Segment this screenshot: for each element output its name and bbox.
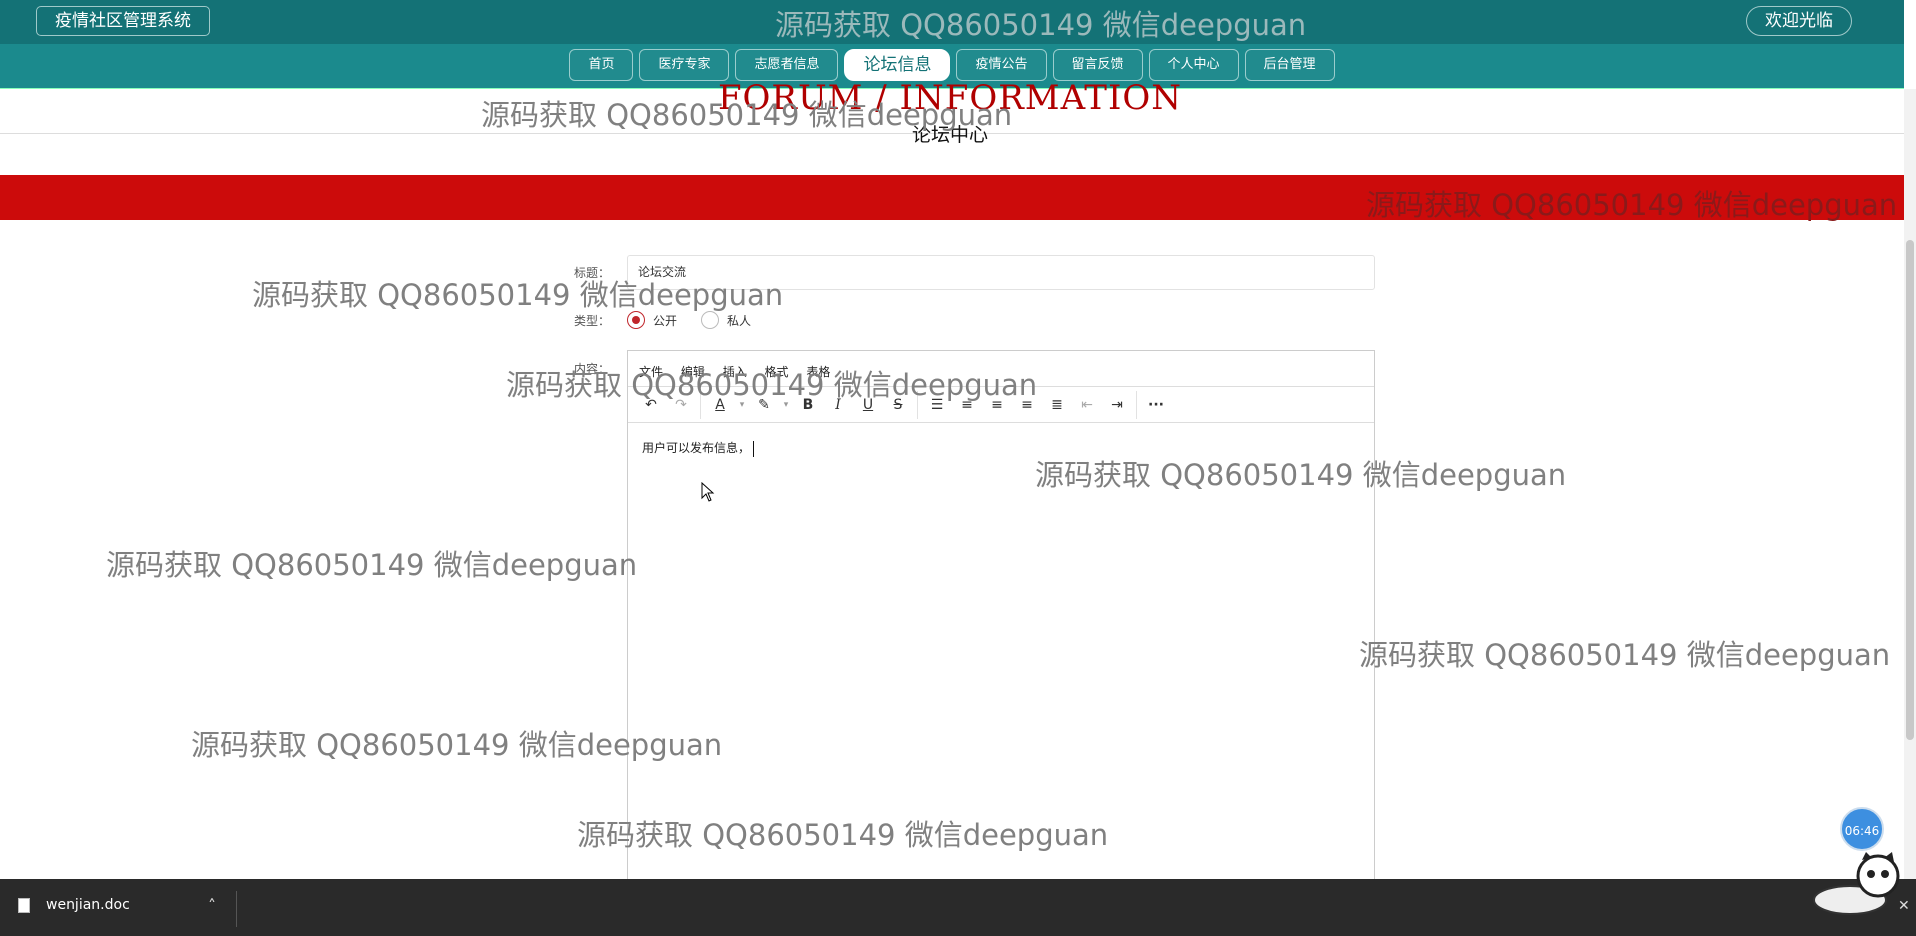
watermark-text: 源码获取 QQ86050149 微信deepguan [506, 368, 1038, 402]
nav-item-volunteers[interactable]: 志愿者信息 [735, 49, 839, 81]
nav-item-announcements[interactable]: 疫情公告 [956, 49, 1047, 81]
nav-item-feedback[interactable]: 留言反馈 [1052, 49, 1143, 81]
watermark-text: 源码获取 QQ86050149 微信deepguan [481, 98, 1013, 132]
watermark-text: 源码获取 QQ86050149 微信deepguan [1035, 458, 1567, 492]
watermark-text: 源码获取 QQ86050149 微信deepguan [775, 8, 1307, 42]
toolbar-separator [1136, 390, 1137, 419]
text-caret [753, 440, 755, 457]
nav-item-medical-experts[interactable]: 医疗专家 [639, 49, 730, 81]
nav-item-admin[interactable]: 后台管理 [1244, 49, 1335, 81]
watermark-text: 源码获取 QQ86050149 微信deepguan [1366, 188, 1898, 222]
editor-text: 用户可以发布信息， [642, 441, 751, 455]
type-option-label: 私人 [727, 313, 752, 328]
watermark-text: 源码获取 QQ86050149 微信deepguan [252, 278, 784, 312]
chevron-up-icon[interactable]: ˄ [208, 896, 216, 915]
site-title[interactable]: 疫情社区管理系统 [36, 6, 210, 36]
clock-badge: 06:46 [1840, 807, 1884, 851]
watermark-text: 源码获取 QQ86050149 微信deepguan [191, 728, 723, 762]
download-file-name: wenjian.doc [46, 897, 130, 913]
document-icon [18, 897, 30, 913]
nav-item-home[interactable]: 首页 [569, 49, 634, 81]
scrollbar-thumb[interactable] [1906, 240, 1914, 740]
download-bar: wenjian.doc ˄ [0, 879, 1916, 936]
nav-item-forum[interactable]: 论坛信息 [844, 49, 951, 81]
taskbar-separator [236, 891, 237, 927]
watermark-text: 源码获取 QQ86050149 微信deepguan [577, 818, 1109, 852]
watermark-text: 源码获取 QQ86050149 微信deepguan [1359, 638, 1891, 672]
type-label: 类型： [573, 314, 610, 328]
indent-icon[interactable]: ⇥ [1102, 397, 1132, 413]
nav-item-personal-center[interactable]: 个人中心 [1148, 49, 1239, 81]
welcome-button[interactable]: 欢迎光临 [1746, 6, 1852, 36]
mascot-cat-icon [1813, 852, 1900, 915]
align-justify-icon[interactable]: ≣ [1042, 397, 1072, 413]
outdent-icon[interactable]: ⇤ [1072, 397, 1102, 413]
mouse-cursor-icon [701, 482, 715, 502]
nav-list: 首页 医疗专家 志愿者信息 论坛信息 疫情公告 留言反馈 个人中心 后台管理 [0, 49, 1904, 81]
type-option-label: 公开 [653, 313, 678, 328]
watermark-text: 源码获取 QQ86050149 微信deepguan [106, 548, 638, 582]
more-icon[interactable]: ··· [1141, 397, 1171, 413]
close-icon[interactable]: ✕ [1898, 898, 1910, 914]
download-item[interactable]: wenjian.doc [18, 897, 130, 913]
